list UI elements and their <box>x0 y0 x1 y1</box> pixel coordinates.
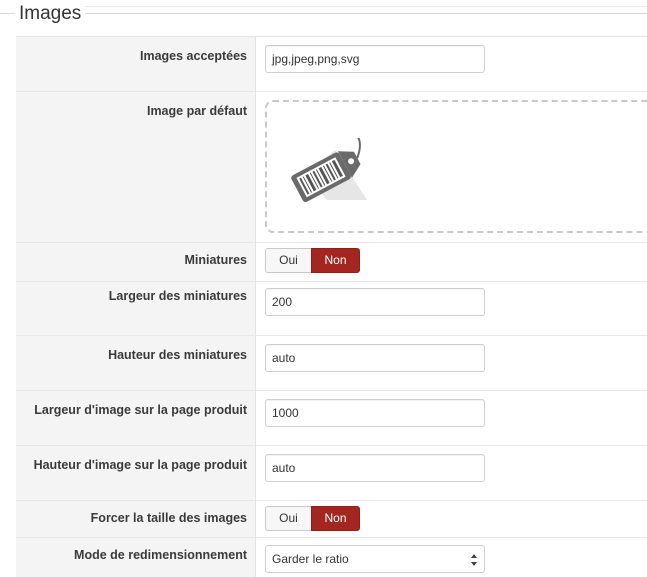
row-resize-mode: Mode de redimensionnement Garder le rati… <box>16 537 647 577</box>
price-tag-icon <box>291 138 367 202</box>
default-image-dropzone[interactable] <box>265 100 647 233</box>
thumbnails-label: Miniatures <box>16 243 256 281</box>
resize-mode-select[interactable]: Garder le ratio <box>265 545 485 573</box>
force-size-toggle: Oui Non <box>265 506 360 531</box>
top-divider <box>16 6 647 7</box>
accepted-images-input[interactable]: jpg,jpeg,png,svg <box>265 45 485 73</box>
product-image-width-input[interactable]: 1000 <box>265 399 485 427</box>
resize-mode-value: Garder le ratio <box>272 552 349 566</box>
thumbnails-oui-button[interactable]: Oui <box>265 248 311 273</box>
fieldset-border <box>0 13 647 14</box>
force-size-non-button[interactable]: Non <box>311 506 360 531</box>
row-accepted-images: Images acceptées jpg,jpeg,png,svg <box>16 36 647 91</box>
thumb-height-label: Hauteur des miniatures <box>16 336 256 390</box>
thumbnails-toggle: Oui Non <box>265 248 360 273</box>
thumb-height-input[interactable]: auto <box>265 344 485 372</box>
thumb-width-label: Largeur des miniatures <box>16 282 256 335</box>
accepted-images-label: Images acceptées <box>16 37 256 91</box>
row-default-image: Image par défaut <box>16 91 647 242</box>
thumb-width-input[interactable]: 200 <box>265 288 485 316</box>
product-image-height-input[interactable]: auto <box>265 454 485 482</box>
row-thumb-width: Largeur des miniatures 200 <box>16 281 647 335</box>
force-size-oui-button[interactable]: Oui <box>265 506 311 531</box>
row-product-image-height: Hauteur d'image sur la page produit auto <box>16 445 647 500</box>
fieldset-legend: Images <box>15 2 86 26</box>
resize-mode-label: Mode de redimensionnement <box>16 538 256 577</box>
images-settings-panel: Images Images acceptées jpg,jpeg,png,svg… <box>0 0 647 577</box>
row-force-size: Forcer la taille des images Oui Non <box>16 500 647 537</box>
thumbnails-non-button[interactable]: Non <box>311 248 360 273</box>
row-thumbnails: Miniatures Oui Non <box>16 242 647 281</box>
product-image-height-label: Hauteur d'image sur la page produit <box>16 446 256 500</box>
row-thumb-height: Hauteur des miniatures auto <box>16 335 647 390</box>
force-size-label: Forcer la taille des images <box>16 501 256 537</box>
settings-form: Images acceptées jpg,jpeg,png,svg Image … <box>16 36 647 577</box>
select-arrows-icon <box>471 554 477 566</box>
product-image-width-label: Largeur d'image sur la page produit <box>16 391 256 445</box>
row-product-image-width: Largeur d'image sur la page produit 1000 <box>16 390 647 445</box>
default-image-label: Image par défaut <box>16 92 256 242</box>
